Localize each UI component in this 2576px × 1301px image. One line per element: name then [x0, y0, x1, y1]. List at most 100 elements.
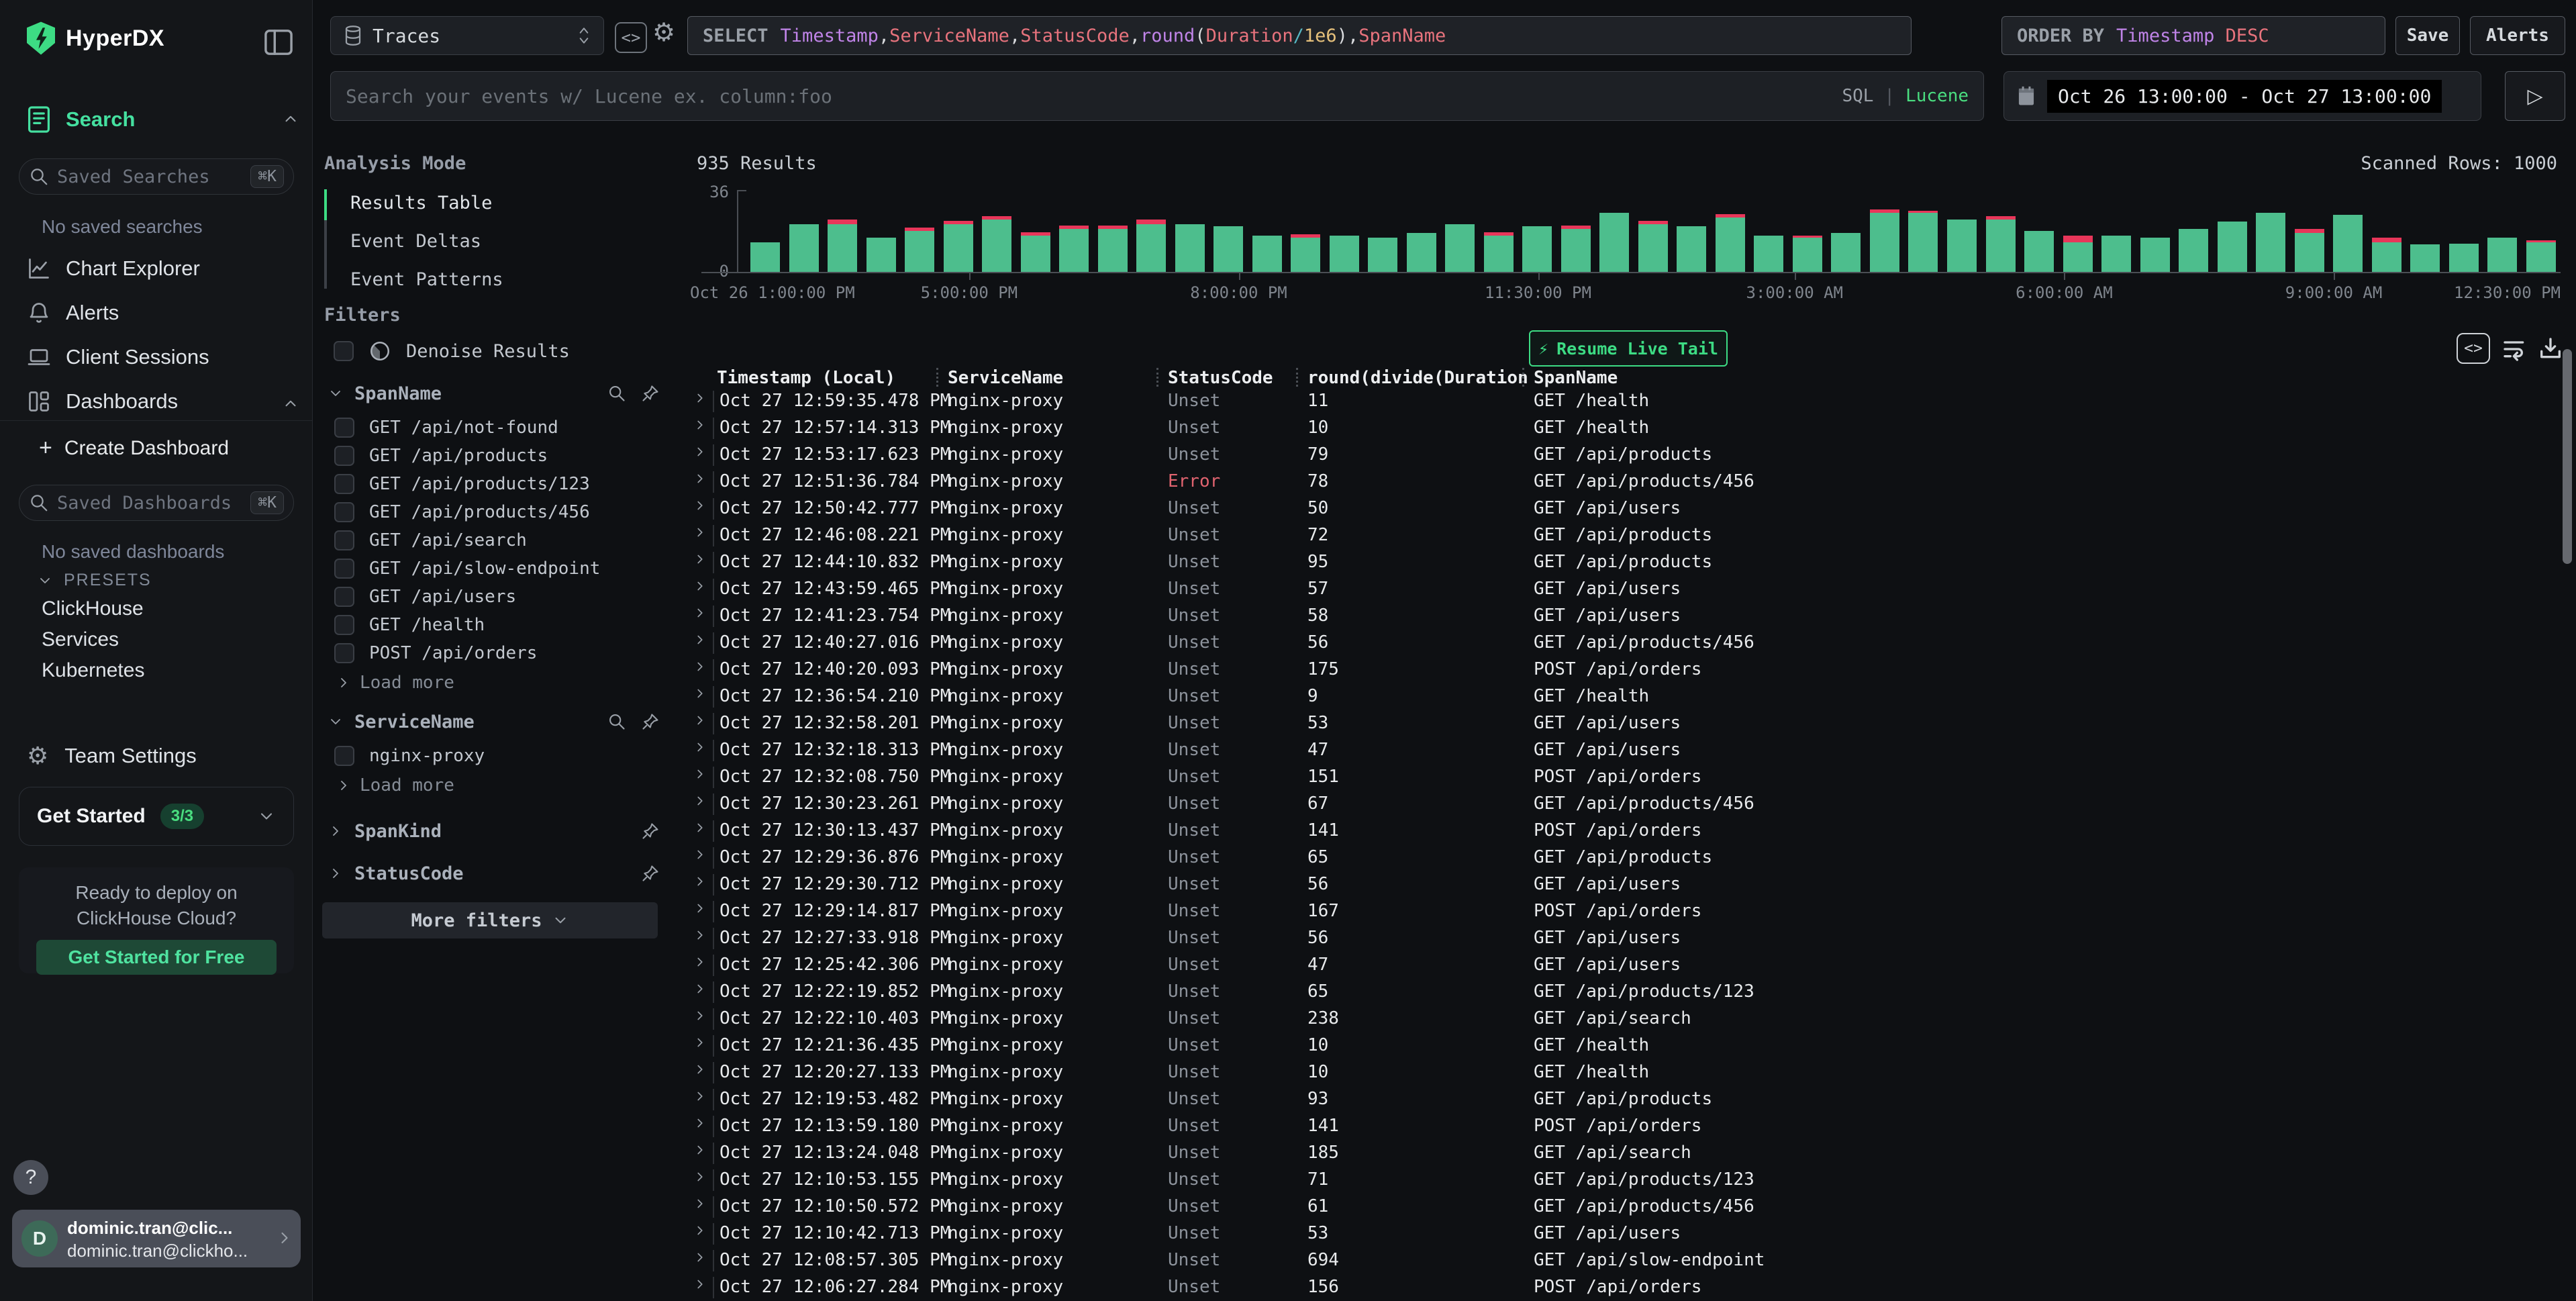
table-row[interactable]: Oct 27 12:59:35.478 PMnginx-proxyUnset11…	[690, 387, 2563, 414]
filter-checkbox-item[interactable]: GET /health	[334, 615, 485, 635]
table-row[interactable]: Oct 27 12:22:10.403 PMnginx-proxyUnset23…	[690, 1004, 2563, 1031]
checkbox[interactable]	[334, 418, 354, 438]
column-resize-handle[interactable]	[936, 368, 938, 387]
create-dashboard-button[interactable]: + Create Dashboard	[39, 435, 229, 461]
saved-dashboards-input[interactable]: Saved Dashboards ⌘K	[19, 485, 294, 521]
expand-row-chevron-icon[interactable]	[693, 820, 707, 835]
filter-checkbox-item[interactable]: POST /api/orders	[334, 643, 537, 663]
expand-row-chevron-icon[interactable]	[693, 632, 707, 647]
table-row[interactable]: Oct 27 12:10:53.155 PMnginx-proxyUnset71…	[690, 1165, 2563, 1192]
expand-row-chevron-icon[interactable]	[693, 525, 707, 540]
expand-row-chevron-icon[interactable]	[693, 579, 707, 593]
source-select[interactable]: Traces	[330, 16, 604, 55]
table-row[interactable]: Oct 27 12:50:42.777 PMnginx-proxyUnset50…	[690, 494, 2563, 521]
sidebar-item-dashboards[interactable]: Dashboards	[27, 389, 178, 414]
sql-toggle[interactable]: SQL	[1842, 86, 1873, 106]
expand-row-chevron-icon[interactable]	[693, 471, 707, 486]
checkbox[interactable]	[334, 615, 354, 635]
column-resize-handle[interactable]	[1156, 368, 1158, 387]
col-timestamp[interactable]: Timestamp (Local)	[717, 368, 895, 388]
sidebar-item-client-sessions[interactable]: Client Sessions	[27, 345, 209, 369]
column-resize-handle[interactable]	[1296, 368, 1298, 387]
checkbox[interactable]	[334, 587, 354, 607]
more-filters-button[interactable]: More filters	[322, 902, 658, 938]
table-row[interactable]: Oct 27 12:44:10.832 PMnginx-proxyUnset95…	[690, 548, 2563, 575]
filter-checkbox-item[interactable]: nginx-proxy	[334, 746, 485, 766]
expand-row-chevron-icon[interactable]	[693, 1250, 707, 1265]
expand-row-chevron-icon[interactable]	[693, 793, 707, 808]
saved-searches-input[interactable]: Saved Searches ⌘K	[19, 158, 294, 195]
table-row[interactable]: Oct 27 12:32:18.313 PMnginx-proxyUnset47…	[690, 736, 2563, 763]
table-row[interactable]: Oct 27 12:10:42.713 PMnginx-proxyUnset53…	[690, 1219, 2563, 1246]
expand-row-chevron-icon[interactable]	[693, 1062, 707, 1077]
denoise-results-toggle[interactable]: Denoise Results	[334, 340, 570, 363]
save-button[interactable]: Save	[2395, 16, 2460, 55]
analysis-mode-results-table[interactable]: Results Table	[350, 193, 492, 213]
table-row[interactable]: Oct 27 12:22:19.852 PMnginx-proxyUnset65…	[690, 977, 2563, 1004]
filter-search-icon[interactable]	[607, 712, 626, 731]
table-row[interactable]: Oct 27 12:06:27.284 PMnginx-proxyUnset15…	[690, 1273, 2563, 1300]
expand-row-chevron-icon[interactable]	[693, 928, 707, 943]
expand-row-chevron-icon[interactable]	[693, 740, 707, 755]
download-icon[interactable]	[2537, 336, 2564, 363]
expand-row-chevron-icon[interactable]	[693, 874, 707, 889]
sidebar-item-team-settings[interactable]: ⚙ Team Settings	[27, 744, 197, 768]
filter-group-spanname[interactable]: SpanName	[328, 380, 660, 407]
analysis-mode-event-deltas[interactable]: Event Deltas	[350, 231, 481, 252]
filter-checkbox-item[interactable]: GET /api/slow-endpoint	[334, 559, 600, 579]
run-query-button[interactable]: ▷	[2505, 71, 2565, 121]
table-row[interactable]: Oct 27 12:29:36.876 PMnginx-proxyUnset65…	[690, 843, 2563, 870]
table-row[interactable]: Oct 27 12:08:57.305 PMnginx-proxyUnset69…	[690, 1246, 2563, 1273]
expand-row-chevron-icon[interactable]	[693, 1143, 707, 1157]
chevron-up-icon[interactable]	[282, 395, 299, 412]
expand-row-chevron-icon[interactable]	[693, 901, 707, 916]
sql-select-input[interactable]: SELECT Timestamp,ServiceName,StatusCode,…	[687, 16, 1912, 55]
expand-row-chevron-icon[interactable]	[693, 391, 707, 405]
expand-row-chevron-icon[interactable]	[693, 1196, 707, 1211]
table-row[interactable]: Oct 27 12:53:17.623 PMnginx-proxyUnset79…	[690, 440, 2563, 467]
filter-search-icon[interactable]	[607, 384, 626, 403]
expand-row-chevron-icon[interactable]	[693, 418, 707, 432]
table-row[interactable]: Oct 27 12:21:36.435 PMnginx-proxyUnset10…	[690, 1031, 2563, 1058]
get-started-card[interactable]: Get Started 3/3	[19, 787, 294, 846]
table-row[interactable]: Oct 27 12:25:42.306 PMnginx-proxyUnset47…	[690, 951, 2563, 977]
column-resize-handle[interactable]	[1522, 368, 1524, 387]
sidebar-item-chart-explorer[interactable]: Chart Explorer	[27, 256, 200, 281]
wrap-lines-icon[interactable]	[2501, 336, 2529, 363]
pin-icon[interactable]	[641, 822, 660, 840]
table-row[interactable]: Oct 27 12:40:20.093 PMnginx-proxyUnset17…	[690, 655, 2563, 682]
time-range-picker[interactable]: Oct 26 13:00:00 - Oct 27 13:00:00	[2003, 71, 2481, 121]
expand-row-chevron-icon[interactable]	[693, 981, 707, 996]
expand-row-chevron-icon[interactable]	[693, 444, 707, 459]
table-row[interactable]: Oct 27 12:57:14.313 PMnginx-proxyUnset10…	[690, 414, 2563, 440]
table-row[interactable]: Oct 27 12:19:53.482 PMnginx-proxyUnset93…	[690, 1085, 2563, 1112]
col-statuscode[interactable]: StatusCode	[1168, 368, 1273, 388]
help-button[interactable]: ?	[13, 1160, 48, 1195]
filter-group-spankind[interactable]: SpanKind	[328, 818, 660, 845]
table-row[interactable]: Oct 27 12:46:08.221 PMnginx-proxyUnset72…	[690, 521, 2563, 548]
expand-row-chevron-icon[interactable]	[693, 1035, 707, 1050]
table-row[interactable]: Oct 27 12:27:33.918 PMnginx-proxyUnset56…	[690, 924, 2563, 951]
checkbox[interactable]	[334, 746, 354, 766]
preset-services[interactable]: Services	[42, 628, 119, 651]
checkbox[interactable]	[334, 559, 354, 579]
preset-kubernetes[interactable]: Kubernetes	[42, 659, 144, 682]
filter-checkbox-item[interactable]: GET /api/products/123	[334, 474, 590, 494]
table-row[interactable]: Oct 27 12:20:27.133 PMnginx-proxyUnset10…	[690, 1058, 2563, 1085]
col-duration[interactable]: round(divide(Duration,	[1307, 368, 1530, 388]
resume-live-tail-button[interactable]: ⚡ Resume Live Tail	[1529, 330, 1728, 367]
checkbox[interactable]	[334, 474, 354, 494]
checkbox[interactable]	[334, 643, 354, 663]
expand-row-chevron-icon[interactable]	[693, 498, 707, 513]
user-profile[interactable]: D dominic.tran@clic... dominic.tran@clic…	[12, 1210, 301, 1267]
checkbox[interactable]	[334, 530, 354, 550]
table-row[interactable]: Oct 27 12:13:59.180 PMnginx-proxyUnset14…	[690, 1112, 2563, 1139]
filter-checkbox-item[interactable]: GET /api/products	[334, 446, 548, 466]
table-row[interactable]: Oct 27 12:10:50.572 PMnginx-proxyUnset61…	[690, 1192, 2563, 1219]
table-row[interactable]: Oct 27 12:32:08.750 PMnginx-proxyUnset15…	[690, 763, 2563, 789]
pin-icon[interactable]	[641, 712, 660, 731]
col-spanname[interactable]: SpanName	[1534, 368, 1618, 388]
expand-row-chevron-icon[interactable]	[693, 659, 707, 674]
sidebar-item-alerts[interactable]: Alerts	[27, 301, 119, 325]
scrollbar-thumb[interactable]	[2563, 349, 2572, 564]
